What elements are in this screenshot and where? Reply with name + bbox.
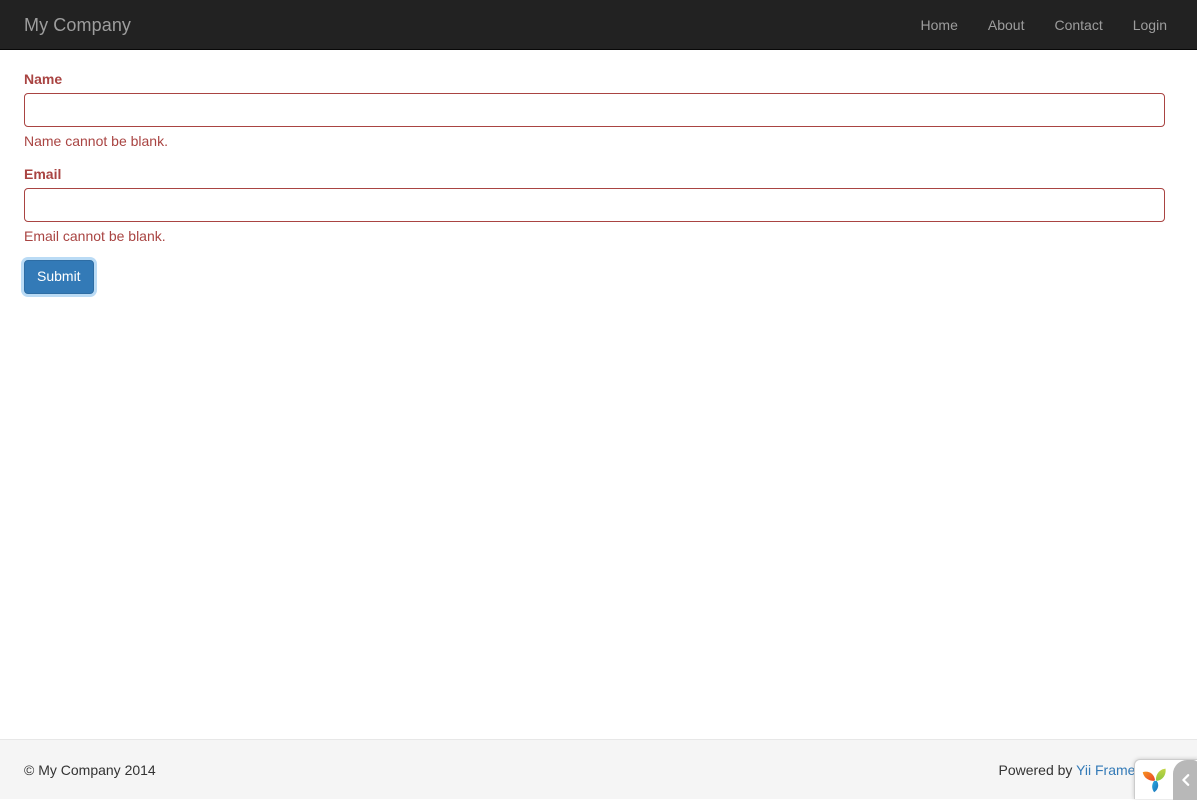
submit-button[interactable]: Submit	[24, 260, 94, 294]
form-group-email: Email Email cannot be blank.	[24, 165, 1165, 245]
contact-form: Name Name cannot be blank. Email Email c…	[24, 50, 1165, 294]
error-message-email: Email cannot be blank.	[24, 228, 166, 244]
footer-copyright: © My Company 2014	[24, 761, 156, 778]
label-email: Email	[24, 166, 62, 182]
page-wrap: Name Name cannot be blank. Email Email c…	[0, 50, 1197, 740]
page-footer: © My Company 2014 Powered by Yii Framewo…	[0, 739, 1197, 800]
email-input[interactable]	[24, 188, 1165, 222]
nav-link-contact[interactable]: Contact	[1039, 0, 1117, 50]
nav-item-contact: Contact	[1039, 0, 1117, 50]
nav-link-about[interactable]: About	[973, 0, 1040, 50]
chevron-left-icon[interactable]	[1173, 759, 1197, 800]
nav-link-login[interactable]: Login	[1118, 0, 1182, 50]
label-name: Name	[24, 71, 63, 87]
debug-toolbar[interactable]	[1134, 759, 1197, 800]
navbar-menu: Home About Contact Login	[906, 0, 1182, 50]
yii-logo-icon	[1141, 766, 1169, 794]
nav-link-home[interactable]: Home	[906, 0, 973, 50]
nav-item-home: Home	[906, 0, 973, 50]
content-container: Name Name cannot be blank. Email Email c…	[9, 50, 1180, 294]
powered-by-text: Powered by	[998, 761, 1077, 778]
nav-item-login: Login	[1118, 0, 1182, 50]
nav-item-about: About	[973, 0, 1040, 50]
navbar-brand-link[interactable]: My Company	[24, 15, 131, 35]
name-input[interactable]	[24, 93, 1165, 127]
form-group-name: Name Name cannot be blank.	[24, 70, 1165, 150]
footer-inner: © My Company 2014 Powered by Yii Framewo…	[9, 746, 1180, 794]
error-message-name: Name cannot be blank.	[24, 133, 168, 149]
top-navigation-bar: My Company Home About Contact Login	[0, 0, 1197, 50]
